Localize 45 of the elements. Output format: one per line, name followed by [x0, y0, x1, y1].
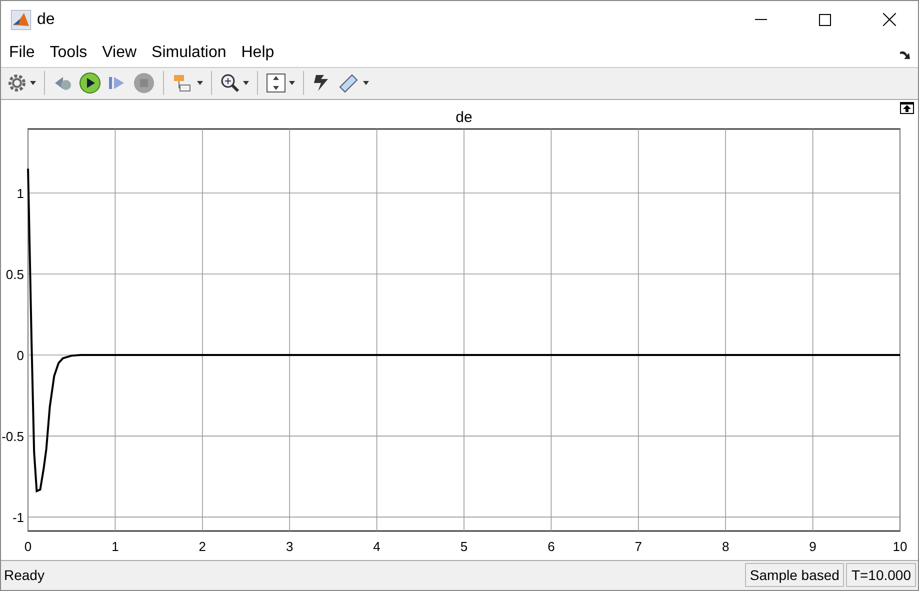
simulation-time: T=10.000 [846, 563, 916, 588]
caret-icon [363, 81, 369, 86]
minimize-icon [755, 18, 767, 20]
window-title: de [37, 10, 56, 28]
gear-icon [7, 73, 27, 94]
x-tick-label: 1 [112, 538, 119, 554]
undock-button[interactable] [900, 102, 914, 117]
menu-item[interactable]: File [9, 44, 35, 62]
zoom-in-icon [220, 73, 240, 94]
x-tick-label: 2 [198, 538, 206, 554]
ruler-icon [338, 73, 360, 94]
caret-icon [30, 81, 36, 86]
y-tick-label: 0.5 [6, 266, 24, 282]
menu-item[interactable]: View [102, 44, 137, 62]
play-icon [79, 72, 101, 94]
y-tick-label: 1 [16, 186, 24, 201]
x-tick-label: 3 [286, 538, 294, 554]
x-tick-label: 7 [634, 538, 642, 554]
close-icon [882, 13, 896, 26]
fit-view-icon [266, 73, 286, 94]
x-tick-label: 6 [548, 538, 555, 554]
caret-icon [243, 81, 249, 86]
x-tick-label: 4 [373, 538, 380, 554]
menu-item[interactable]: Tools [50, 44, 88, 62]
undock-icon [900, 102, 914, 114]
y-tick-label: -0.5 [2, 429, 24, 444]
app-logo-icon [11, 10, 31, 30]
dock-arrow-icon[interactable] [900, 50, 912, 60]
x-tick-label: 0 [24, 538, 32, 554]
maximize-icon [819, 14, 831, 26]
chart-title: de [456, 108, 472, 126]
y-tick-label: 0 [16, 348, 24, 363]
menu-item[interactable]: Simulation [152, 44, 226, 62]
x-tick-label: 8 [722, 538, 730, 554]
menu-item[interactable]: Help [241, 44, 274, 62]
x-tick-label: 9 [809, 538, 816, 554]
status-message: Ready [3, 567, 46, 584]
x-tick-label: 5 [460, 538, 468, 554]
y-tick-label: -1 [12, 510, 24, 526]
stop-icon [133, 72, 155, 94]
caret-icon [197, 81, 203, 86]
caret-icon [289, 81, 295, 86]
sample-mode-label: Sample based [744, 563, 844, 588]
run-button[interactable] [77, 70, 103, 96]
x-tick-label: 10 [892, 538, 908, 554]
